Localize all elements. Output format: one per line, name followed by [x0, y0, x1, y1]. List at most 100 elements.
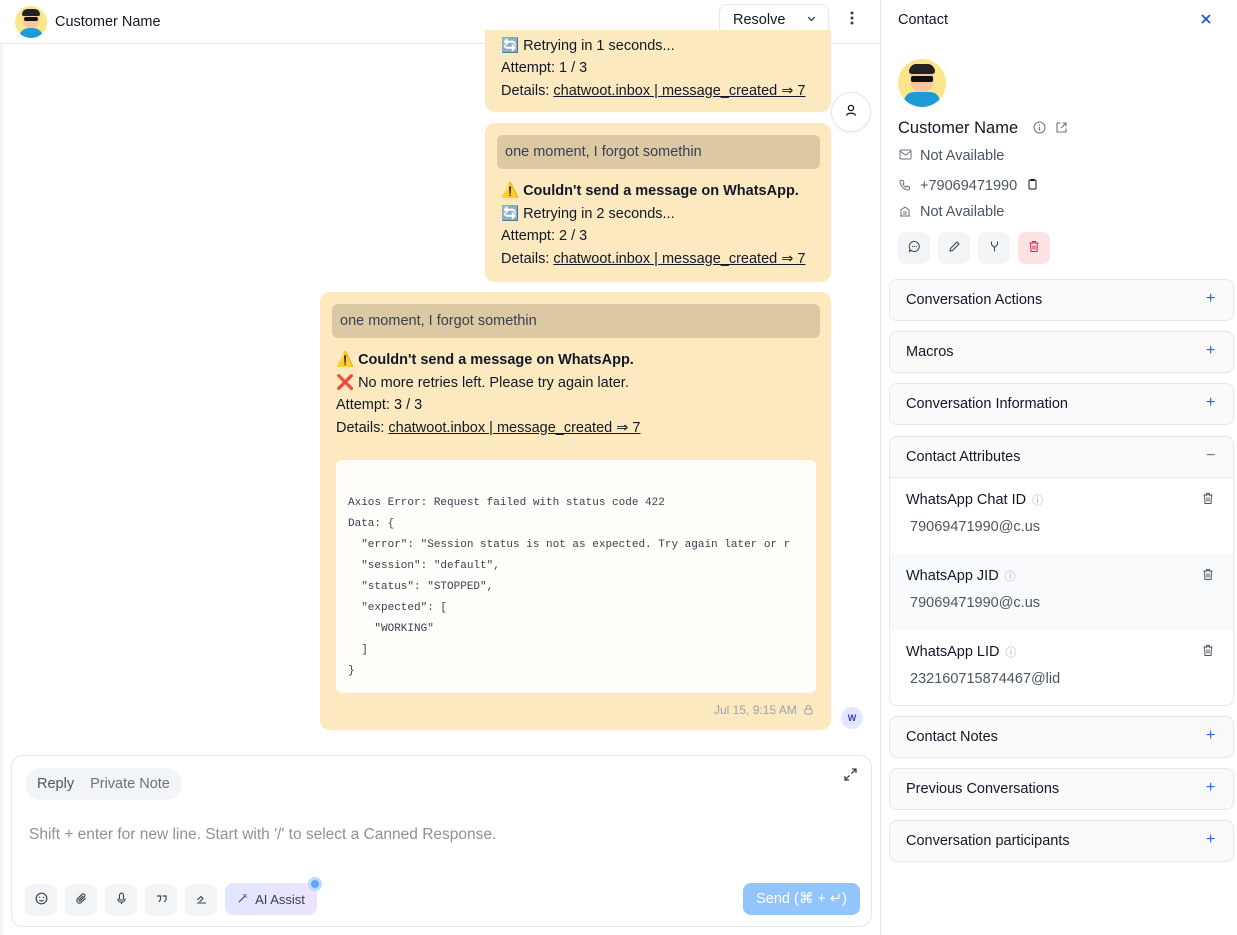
ai-assist-button[interactable]: AI Assist: [225, 883, 317, 915]
details-label: Details:: [501, 83, 550, 99]
section-title: Conversation Information: [906, 396, 1068, 412]
trash-icon[interactable]: [1202, 492, 1214, 508]
details-link[interactable]: chatwoot.inbox | message_created ⇒ 7: [553, 83, 805, 99]
signature-button[interactable]: [185, 884, 217, 916]
section-previous-conversations[interactable]: Previous Conversations +: [889, 768, 1234, 810]
plus-icon[interactable]: +: [1206, 779, 1215, 797]
plus-icon[interactable]: +: [1206, 342, 1215, 360]
close-icon[interactable]: [1201, 11, 1211, 28]
lock-icon: [803, 704, 814, 715]
section-conversation-information[interactable]: Conversation Information +: [889, 383, 1234, 425]
merge-contact-button[interactable]: [978, 232, 1010, 264]
kebab-menu-icon[interactable]: [843, 10, 861, 30]
delete-contact-button[interactable]: [1018, 232, 1050, 264]
info-icon[interactable]: ⓘ: [1006, 647, 1017, 659]
attribute-value[interactable]: 79069471990@c.us: [910, 519, 1040, 535]
expand-icon[interactable]: [844, 768, 857, 784]
attribute-row: WhatsApp LID ⓘ 232160715874467@lid: [890, 630, 1233, 705]
contact-avatar[interactable]: [15, 5, 47, 38]
contact-phone: +79069471990: [920, 178, 1018, 194]
retry-text: ❌ No more retries left. Please try again…: [336, 375, 629, 391]
attribute-value[interactable]: 232160715874467@lid: [910, 671, 1060, 687]
contact-phone-row: +79069471990: [898, 178, 1038, 194]
details-label: Details:: [336, 420, 385, 436]
section-macros[interactable]: Macros +: [889, 331, 1234, 373]
external-link-icon[interactable]: [1055, 121, 1068, 137]
tab-reply[interactable]: Reply: [29, 770, 82, 798]
attribute-key: WhatsApp Chat ID ⓘ: [906, 492, 1044, 508]
trash-icon: [1028, 240, 1040, 256]
conversation-panel: Customer Name Resolve 🔄 Retrying in 1 se…: [0, 0, 880, 935]
contact-name-icons: [1033, 121, 1068, 137]
contact-attributes-header[interactable]: Contact Attributes −: [890, 437, 1233, 478]
info-icon[interactable]: ⓘ: [1005, 571, 1016, 583]
section-contact-attributes: Contact Attributes − WhatsApp Chat ID ⓘ 7…: [889, 436, 1234, 706]
contact-email: Not Available: [920, 148, 1005, 164]
message-timestamp: Jul 15, 9:15 AM: [714, 703, 797, 717]
section-contact-notes[interactable]: Contact Notes +: [889, 716, 1234, 758]
warning-text: ⚠️ Couldn't send a message on WhatsApp.: [501, 183, 799, 199]
warning-text: ⚠️ Couldn't send a message on WhatsApp.: [336, 352, 634, 368]
reply-box: Reply Private Note Shift + enter for new…: [11, 755, 872, 927]
trash-icon[interactable]: [1202, 644, 1214, 660]
assign-agent-button[interactable]: [831, 92, 871, 132]
contact-company: Not Available: [920, 204, 1005, 220]
resolve-label: Resolve: [733, 12, 786, 28]
attribute-row: WhatsApp Chat ID ⓘ 79069471990@c.us: [890, 478, 1233, 554]
emoji-icon: [35, 892, 48, 908]
chevron-down-icon[interactable]: [806, 13, 817, 27]
error-code-block: Axios Error: Request failed with status …: [336, 460, 816, 693]
tab-private-note[interactable]: Private Note: [82, 770, 178, 798]
contact-email-row: Not Available: [898, 148, 1004, 164]
trash-icon[interactable]: [1202, 568, 1214, 584]
user-icon: [844, 103, 858, 122]
info-icon[interactable]: ⓘ: [1032, 495, 1043, 507]
new-message-button[interactable]: [898, 232, 930, 264]
copy-icon[interactable]: [1027, 178, 1038, 194]
minus-icon[interactable]: −: [1206, 447, 1215, 465]
attachment-button[interactable]: [65, 884, 97, 916]
send-button[interactable]: Send (⌘ + ↵): [743, 883, 860, 915]
chat-bubble-icon: [908, 240, 921, 256]
contact-name: Customer Name: [898, 119, 1019, 137]
section-title: Previous Conversations: [906, 781, 1060, 797]
details-line: Details: chatwoot.inbox | message_create…: [336, 420, 640, 436]
attribute-row: WhatsApp JID ⓘ 79069471990@c.us: [890, 554, 1233, 630]
attribute-key: WhatsApp LID ⓘ: [906, 644, 1017, 660]
phone-icon: [898, 179, 912, 194]
quoted-message: one moment, I forgot somethin: [497, 135, 820, 169]
plus-icon[interactable]: +: [1206, 727, 1215, 745]
contact-avatar-large: [898, 59, 946, 107]
details-label: Details:: [501, 251, 550, 267]
sidebar-title: Contact: [898, 12, 948, 28]
attribute-value[interactable]: 79069471990@c.us: [910, 595, 1040, 611]
reply-input[interactable]: Shift + enter for new line. Start with '…: [29, 826, 496, 844]
section-conversation-participants[interactable]: Conversation participants +: [889, 820, 1234, 862]
mail-icon: [898, 149, 912, 163]
contact-name-header[interactable]: Customer Name: [55, 14, 161, 30]
edit-contact-button[interactable]: [938, 232, 970, 264]
contact-company-row: Not Available: [898, 204, 1004, 220]
signature-icon: [195, 892, 208, 908]
section-title: Conversation participants: [906, 833, 1070, 849]
paperclip-icon: [75, 892, 88, 908]
section-title: Contact Notes: [906, 729, 998, 745]
microphone-icon: [115, 892, 128, 908]
details-link[interactable]: chatwoot.inbox | message_created ⇒ 7: [553, 251, 805, 267]
voice-button[interactable]: [105, 884, 137, 916]
attribute-key: WhatsApp JID ⓘ: [906, 568, 1016, 584]
info-icon[interactable]: [1033, 121, 1046, 137]
plus-icon[interactable]: +: [1206, 394, 1215, 412]
left-divider: [0, 44, 3, 935]
quote-icon: [155, 892, 168, 908]
reply-mode-toggle: Reply Private Note: [25, 768, 182, 800]
section-conversation-actions[interactable]: Conversation Actions +: [889, 279, 1234, 321]
details-link[interactable]: chatwoot.inbox | message_created ⇒ 7: [388, 420, 640, 436]
building-icon: [898, 205, 912, 220]
sender-avatar: W: [841, 707, 863, 729]
quote-button[interactable]: [145, 884, 177, 916]
emoji-button[interactable]: [25, 884, 57, 916]
attempt-text: Attempt: 1 / 3: [501, 60, 588, 76]
plus-icon[interactable]: +: [1206, 290, 1215, 308]
plus-icon[interactable]: +: [1206, 831, 1215, 849]
